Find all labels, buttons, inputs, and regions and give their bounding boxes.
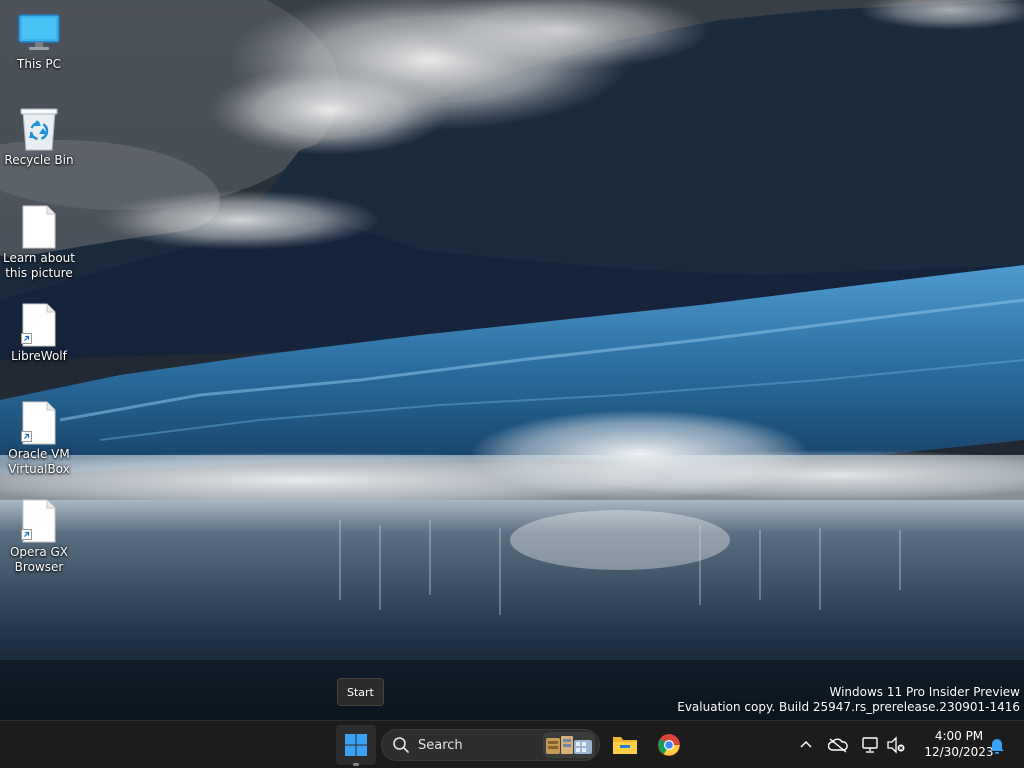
desktop-icon-learn-about-this-picture[interactable]: Learn about this picture <box>0 204 78 281</box>
monitor-icon <box>15 10 63 56</box>
windows-logo-icon <box>345 734 367 756</box>
network-disconnected-icon <box>862 737 878 753</box>
onedrive-tray-icon[interactable] <box>826 733 850 757</box>
windows-evaluation-watermark: Windows 11 Pro Insider Preview Evaluatio… <box>677 685 1020 715</box>
chevron-up-icon <box>800 740 812 748</box>
volume-muted-icon <box>887 736 905 754</box>
desktop-icon-label: Opera GX Browser <box>9 545 69 574</box>
recycle-bin-icon <box>15 106 63 152</box>
shortcut-file-icon <box>15 400 63 446</box>
notifications-button[interactable] <box>985 733 1009 757</box>
search-highlight-icon[interactable] <box>543 732 595 758</box>
watermark-build: Evaluation copy. Build 25947.rs_prerelea… <box>677 700 1020 714</box>
volume-tray-icon[interactable] <box>884 733 908 757</box>
shortcut-arrow-icon <box>21 529 32 540</box>
desktop[interactable]: This PC Recycle Bin Learn about this pic… <box>0 0 1024 720</box>
start-active-indicator <box>353 763 359 766</box>
chrome-icon <box>658 734 680 756</box>
shortcut-file-icon <box>15 498 63 544</box>
start-button[interactable] <box>336 725 376 765</box>
shortcut-arrow-icon <box>21 431 32 442</box>
taskbar-search-box[interactable]: Search <box>381 729 600 761</box>
desktop-icon-label: Learn about this picture <box>3 251 75 280</box>
desktop-icon-label: Oracle VM VirtualBox <box>8 447 70 476</box>
desktop-icon-this-pc[interactable]: This PC <box>0 10 78 72</box>
desktop-icon-opera-gx-browser[interactable]: Opera GX Browser <box>0 498 78 575</box>
search-label: Search <box>418 737 463 753</box>
search-icon <box>393 737 409 753</box>
shortcut-arrow-icon <box>21 333 32 344</box>
show-hidden-icons-button[interactable] <box>794 733 818 757</box>
document-icon <box>15 204 63 250</box>
folder-icon <box>613 737 637 754</box>
taskbar-chrome-button[interactable] <box>649 725 689 765</box>
taskbar: Search 4:00 PM 12/30/2023 <box>0 720 1024 768</box>
desktop-icon-librewolf[interactable]: LibreWolf <box>0 302 78 364</box>
shortcut-file-icon <box>15 302 63 348</box>
bell-icon <box>990 739 1004 754</box>
desktop-icon-label: LibreWolf <box>11 349 67 363</box>
desktop-icon-recycle-bin[interactable]: Recycle Bin <box>0 106 78 168</box>
watermark-edition: Windows 11 Pro Insider Preview <box>829 685 1020 699</box>
taskbar-file-explorer-button[interactable] <box>605 725 645 765</box>
desktop-icon-label: This PC <box>17 57 61 71</box>
wallpaper-image <box>0 0 1024 720</box>
desktop-icon-oracle-vm-virtualbox[interactable]: Oracle VM VirtualBox <box>0 400 78 477</box>
onedrive-offline-icon <box>828 738 848 753</box>
start-tooltip: Start <box>337 678 384 706</box>
network-tray-icon[interactable] <box>858 733 882 757</box>
desktop-icon-label: Recycle Bin <box>4 153 74 167</box>
